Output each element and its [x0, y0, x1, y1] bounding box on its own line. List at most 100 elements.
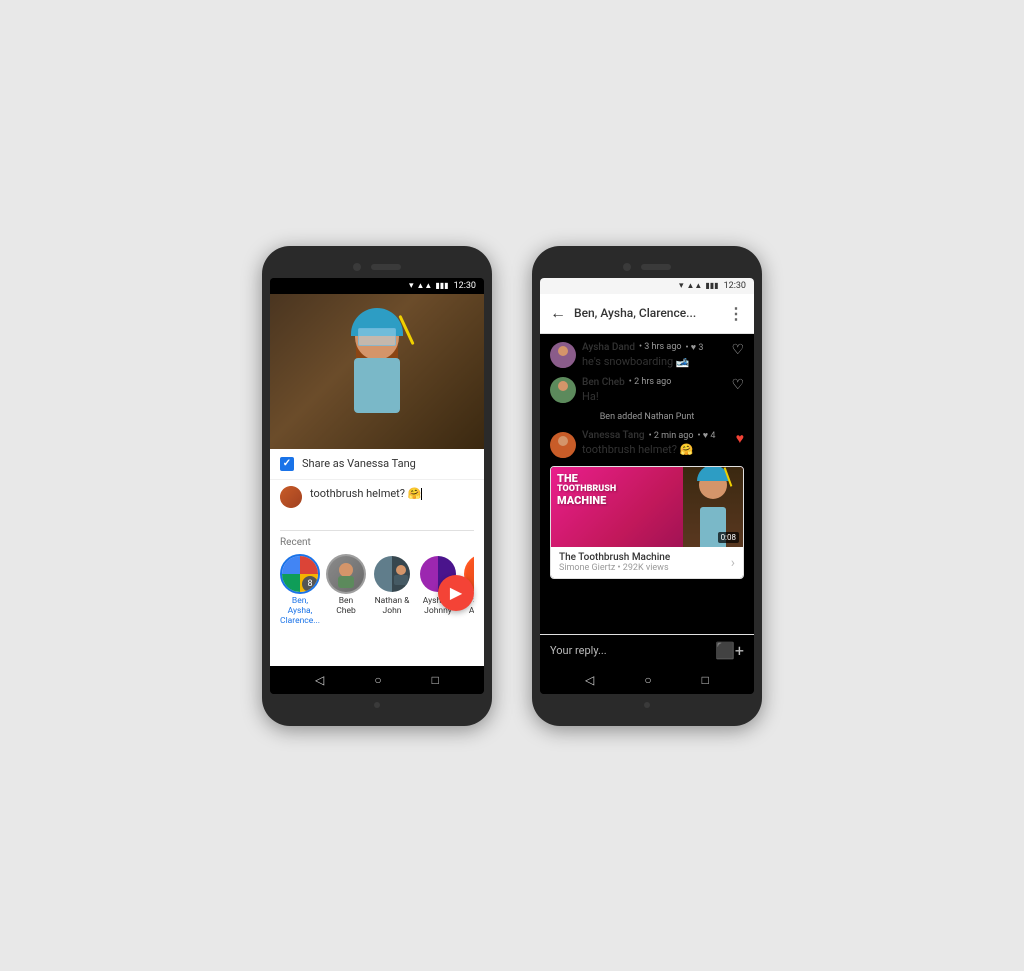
message-content-vanessa: Vanessa Tang • 2 min ago • ♥ 4 toothbrus…	[582, 430, 730, 457]
status-icons-1: ▾ ▲▲ ▮▮▮ 12:30	[409, 281, 476, 291]
phone-2-screen: ▾ ▲▲ ▮▮▮ 12:30 ← Ben, Aysha, Clarence...…	[540, 278, 754, 694]
msg-text-aysha: he's snowboarding 🎿	[582, 355, 725, 369]
msg-likes-aysha: • ♥ 3	[686, 342, 704, 353]
battery-icon-2: ▮▮▮	[705, 281, 718, 290]
send-button[interactable]: ▶	[438, 575, 474, 611]
message-content-ben: Ben Cheb • 2 hrs ago Ha!	[582, 377, 725, 404]
system-message: Ben added Nathan Punt	[540, 408, 754, 426]
like-vanessa-button[interactable]: ♥	[736, 430, 744, 447]
msg-author-aysha: Aysha Dand	[582, 342, 635, 353]
recent-label: Recent	[280, 537, 474, 548]
phone-2-top	[540, 256, 754, 278]
status-bar-1: ▾ ▲▲ ▮▮▮ 12:30	[270, 278, 484, 294]
msg-time-vanessa: • 2 min ago	[649, 431, 694, 441]
like-aysha-button[interactable]: ♡	[731, 342, 744, 358]
back-nav-1[interactable]: ◁	[315, 673, 324, 687]
video-channel: Simone Giertz • 292K views	[559, 563, 725, 573]
contact-avatar-2[interactable]	[372, 554, 412, 594]
share-checkbox[interactable]	[280, 457, 294, 471]
msg-author-vanessa: Vanessa Tang	[582, 430, 645, 441]
speaker-1	[371, 264, 401, 270]
video-title: The Toothbrush Machine	[559, 552, 725, 563]
video-preview	[270, 294, 484, 449]
phone-1-screen: ▾ ▲▲ ▮▮▮ 12:30	[270, 278, 484, 694]
wifi-icon-2: ▾	[679, 281, 684, 291]
contact-badge-0: 8	[302, 576, 318, 592]
share-as-row[interactable]: Share as Vanessa Tang	[270, 449, 484, 480]
video-card[interactable]: THE TOOTHBRUSH MACHINE	[550, 466, 744, 579]
msg-author-ben: Ben Cheb	[582, 377, 625, 388]
chat-title: Ben, Aysha, Clarence...	[574, 306, 720, 320]
share-panel: Share as Vanessa Tang toothbrush helmet?…	[270, 449, 484, 666]
nav-bar-2: ◁ ○ □	[540, 666, 754, 694]
recent-nav-1[interactable]: □	[432, 673, 439, 687]
video-subject	[270, 294, 484, 449]
chat-header: ← Ben, Aysha, Clarence... ⋮	[540, 294, 754, 334]
message-meta-ben: Ben Cheb • 2 hrs ago	[582, 377, 725, 388]
video-info-text: The Toothbrush Machine Simone Giertz • 2…	[559, 552, 725, 573]
signal-icon-2: ▲▲	[687, 281, 703, 290]
contact-avatar-1[interactable]	[326, 554, 366, 594]
contact-item-2[interactable]: Nathan &John	[372, 554, 412, 627]
back-button[interactable]: ←	[550, 303, 566, 323]
time-display-2: 12:30	[724, 281, 746, 291]
message-ben: Ben Cheb • 2 hrs ago Ha! ♡	[540, 373, 754, 408]
video-info-row[interactable]: The Toothbrush Machine Simone Giertz • 2…	[551, 547, 743, 578]
msg-time-aysha: • 3 hrs ago	[639, 342, 682, 352]
reply-bar[interactable]: Your reply... ⬛+	[540, 634, 754, 666]
msg-text-vanessa: toothbrush helmet? 🤗	[582, 443, 730, 457]
status-icons-2: ▾ ▲▲ ▮▮▮ 12:30	[679, 281, 746, 291]
phone-2: ▾ ▲▲ ▮▮▮ 12:30 ← Ben, Aysha, Clarence...…	[532, 246, 762, 726]
avatar-ben	[550, 377, 576, 403]
contact-name-1: BenCheb	[336, 596, 356, 616]
contact-item-0[interactable]: 8 Ben, Aysha,Clarence...	[280, 554, 320, 627]
wifi-icon: ▾	[409, 281, 414, 291]
avatar-aysha	[550, 342, 576, 368]
contact-name-2: Nathan &John	[375, 596, 410, 616]
message-text[interactable]: toothbrush helmet? 🤗	[310, 486, 422, 501]
home-nav-2[interactable]: ○	[644, 673, 651, 687]
chat-messages: Aysha Dand • 3 hrs ago • ♥ 3 he's snowbo…	[540, 334, 754, 634]
video-duration: 0:08	[718, 532, 739, 543]
status-bar-2: ▾ ▲▲ ▮▮▮ 12:30	[540, 278, 754, 294]
message-content-aysha: Aysha Dand • 3 hrs ago • ♥ 3 he's snowbo…	[582, 342, 725, 369]
message-aysha: Aysha Dand • 3 hrs ago • ♥ 3 he's snowbo…	[540, 340, 754, 373]
send-icon: ▶	[450, 583, 462, 602]
reply-input[interactable]: Your reply...	[550, 644, 709, 657]
msg-time-ben: • 2 hrs ago	[629, 377, 672, 387]
contact-avatar-0[interactable]: 8	[280, 554, 320, 594]
share-as-label: Share as Vanessa Tang	[302, 457, 416, 470]
message-compose[interactable]: toothbrush helmet? 🤗	[270, 480, 484, 530]
phone-1-bottom	[270, 694, 484, 716]
more-options-button[interactable]: ⋮	[728, 304, 744, 323]
front-camera-1	[353, 263, 361, 271]
home-dot-1	[374, 702, 380, 708]
battery-icon: ▮▮▮	[435, 281, 448, 290]
front-camera-2	[623, 263, 631, 271]
home-dot-2	[644, 702, 650, 708]
contact-item-1[interactable]: BenCheb	[326, 554, 366, 627]
home-nav-1[interactable]: ○	[374, 673, 381, 687]
message-meta-aysha: Aysha Dand • 3 hrs ago • ♥ 3	[582, 342, 725, 353]
chevron-right-icon: ›	[731, 555, 735, 571]
media-attach-icon[interactable]: ⬛+	[715, 641, 744, 660]
back-nav-2[interactable]: ◁	[585, 673, 594, 687]
time-display-1: 12:30	[454, 281, 476, 291]
message-meta-vanessa: Vanessa Tang • 2 min ago • ♥ 4	[582, 430, 730, 441]
like-ben-button[interactable]: ♡	[731, 377, 744, 393]
nav-bar-1: ◁ ○ □	[270, 666, 484, 694]
msg-likes-vanessa: • ♥ 4	[698, 430, 716, 441]
speaker-2	[641, 264, 671, 270]
signal-icon: ▲▲	[417, 281, 433, 290]
avatar-vanessa	[550, 432, 576, 458]
phone-1: ▾ ▲▲ ▮▮▮ 12:30	[262, 246, 492, 726]
phone-2-bottom	[540, 694, 754, 716]
compose-avatar	[280, 486, 302, 508]
message-vanessa: Vanessa Tang • 2 min ago • ♥ 4 toothbrus…	[540, 426, 754, 462]
contact-name-0: Ben, Aysha,Clarence...	[280, 596, 320, 627]
video-title-line3: MACHINE	[557, 495, 616, 507]
phone-1-top	[270, 256, 484, 278]
msg-text-ben: Ha!	[582, 390, 725, 404]
recent-nav-2[interactable]: □	[702, 673, 709, 687]
video-thumbnail: THE TOOTHBRUSH MACHINE	[551, 467, 743, 547]
